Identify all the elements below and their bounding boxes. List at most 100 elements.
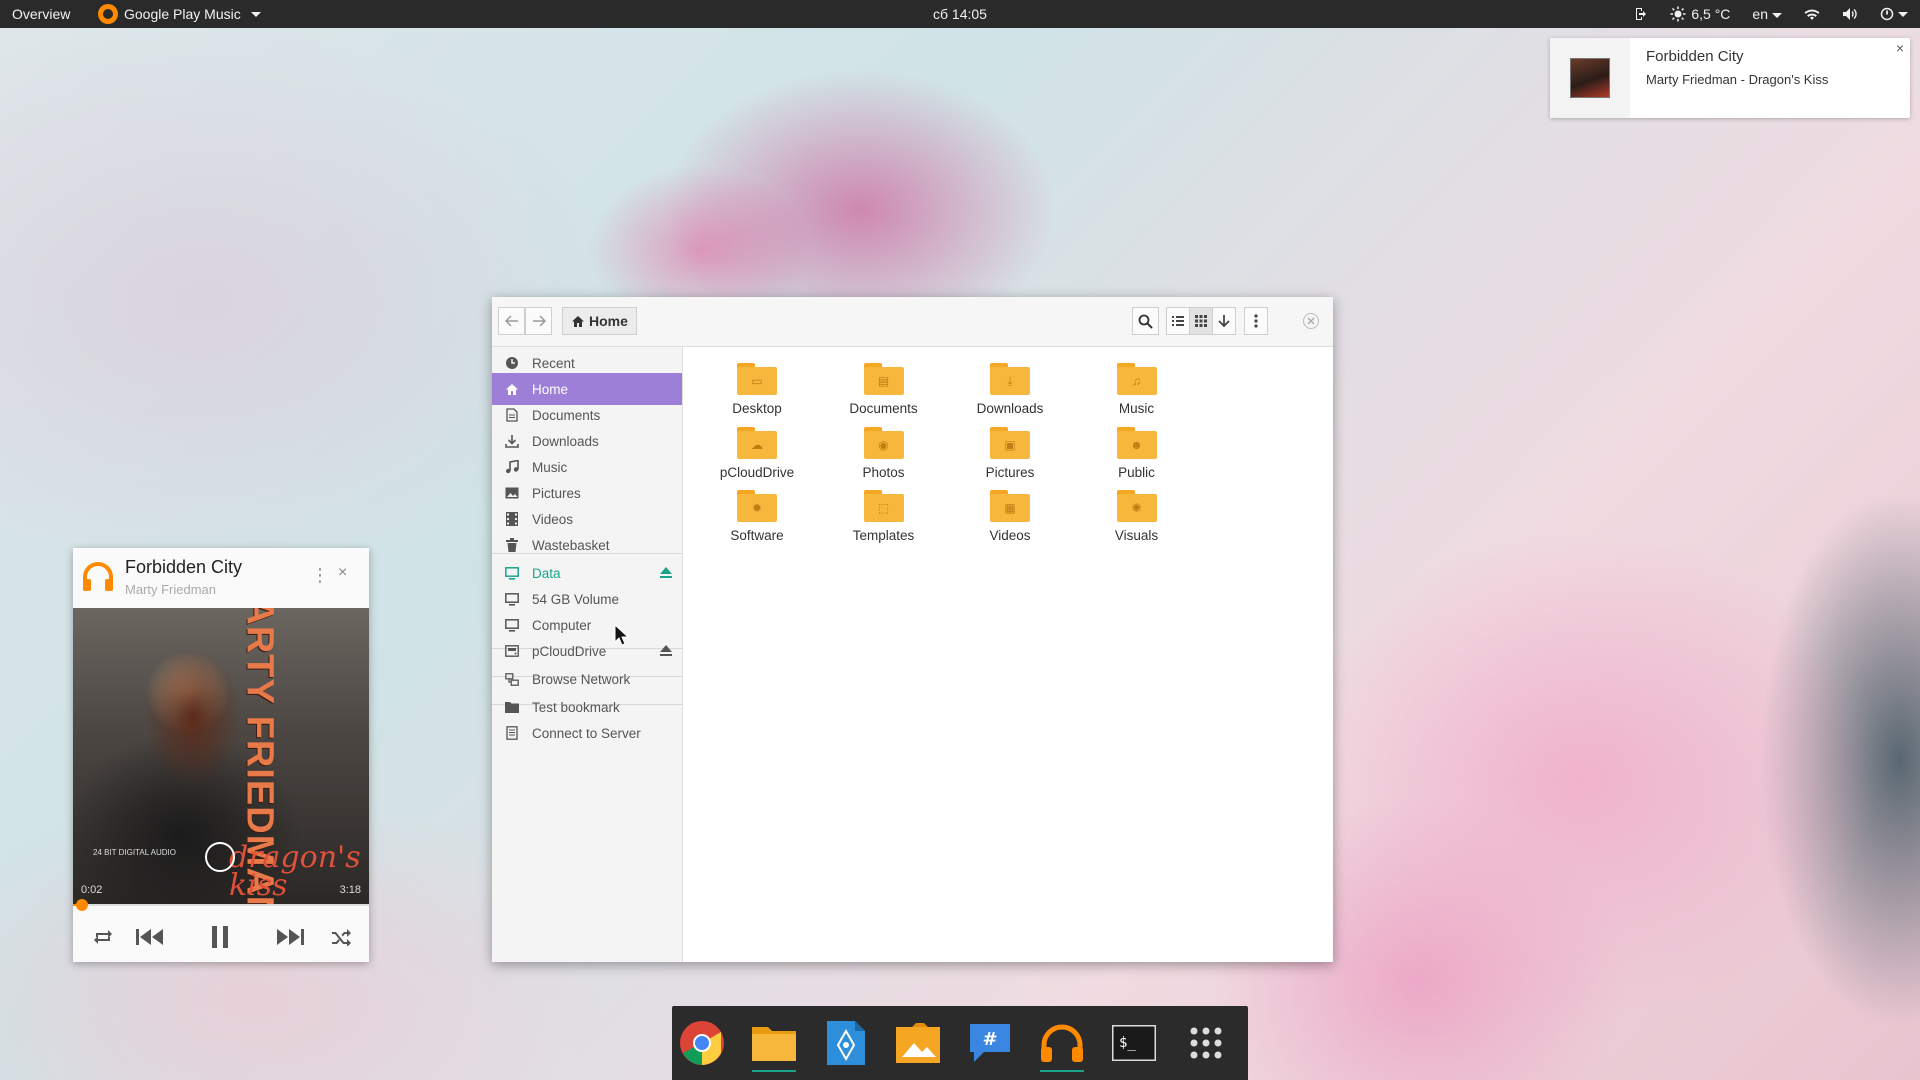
sidebar-item-label: Downloads [532,433,599,449]
download-icon: ⤓ [1007,374,1013,388]
shuffle-button[interactable] [321,912,361,962]
folder-icon: ◉ [863,426,904,459]
folder-templates[interactable]: ⬚ Templates [821,478,947,554]
arrow-right-icon [532,315,546,327]
text-editor-icon [827,1021,865,1065]
clock[interactable]: сб 14:05 [0,0,1920,28]
notification-close-button[interactable]: × [1896,40,1904,56]
sun-cloud-icon [1670,6,1686,22]
search-icon [1138,314,1153,329]
weather-indicator[interactable]: 6,5 °C [1670,0,1730,28]
dock-files[interactable] [744,1006,804,1080]
film-icon [504,511,520,527]
music-icon [504,459,520,475]
wifi-icon[interactable] [1804,7,1820,21]
people-icon: ☻ [1130,437,1143,452]
notification-thumb-area [1550,38,1630,118]
dock-image-viewer[interactable] [888,1006,948,1080]
folder-label: Videos [989,528,1031,543]
skip-previous-icon [136,929,163,945]
svg-text:$_: $_ [1119,1035,1136,1051]
picture-icon: ▣ [1004,437,1016,452]
progress-bar[interactable] [73,899,369,911]
pause-button[interactable] [197,912,243,962]
language-menu[interactable]: en [1752,0,1782,28]
app-grid-icon [1189,1026,1223,1060]
gear-icon: ✹ [751,501,763,515]
language-label: en [1752,6,1768,22]
album-art: MARTY FRIEDMAN dragon's kiss 24 BIT DIGI… [73,608,369,904]
dock-chat[interactable]: # [960,1006,1020,1080]
eject-icon[interactable] [660,645,672,656]
repeat-button[interactable] [83,912,123,962]
chevron-down-icon [1772,12,1782,18]
sidebar-item-label: Browse Network [532,671,631,687]
status-area: 6,5 °C en [1634,0,1908,28]
folder-label: Templates [852,528,915,543]
folder-icon: ⬚ [863,490,904,522]
monitor-icon [504,617,520,633]
window-close-button[interactable] [1303,313,1319,329]
next-button[interactable] [265,912,315,962]
notification-body: Marty Friedman - Dragon's Kiss [1646,72,1829,87]
sort-button[interactable] [1212,307,1236,335]
folder-icon: ✹ [737,490,777,522]
chrome-icon [679,1020,725,1066]
back-button[interactable] [498,307,525,335]
dock-text-editor[interactable] [816,1006,876,1080]
player-artist: Marty Friedman [125,582,217,597]
player-controls [73,912,369,962]
image-viewer-icon [896,1023,940,1063]
breadcrumb[interactable]: Home [562,307,637,335]
chevron-down-icon [1898,11,1908,17]
home-icon [504,381,520,397]
dock-google-play-music[interactable] [1032,1006,1092,1080]
clock-label[interactable]: сб 14:05 [933,6,987,22]
folder-videos[interactable]: ▦ Videos [947,478,1073,554]
previous-button[interactable] [125,912,175,962]
exit-icon[interactable] [1634,7,1648,21]
sidebar-item-label: Pictures [532,485,581,501]
folder-visuals[interactable]: ✺ Visuals [1074,478,1200,554]
dock-app-grid[interactable] [1176,1006,1236,1080]
volume-icon[interactable] [1842,7,1858,21]
dock-terminal[interactable]: $_ [1104,1006,1164,1080]
sidebar-item-label: Connect to Server [532,725,641,741]
server-icon [504,725,520,741]
notification[interactable]: Forbidden City Marty Friedman - Dragon's… [1550,38,1910,118]
power-icon [1880,7,1894,21]
dock-chrome[interactable] [672,1006,732,1080]
sidebar-item-label: Home [532,381,569,397]
running-indicator [752,1070,796,1072]
menu-button[interactable] [1244,307,1268,335]
grid-view-button[interactable] [1189,307,1213,335]
arrow-left-icon [504,315,518,327]
progress-handle[interactable] [75,899,88,911]
forward-button[interactable] [525,307,552,335]
player-menu-button[interactable]: ⋮ [311,565,329,586]
arrow-down-icon [1218,315,1230,328]
mouse-cursor-icon [614,624,630,646]
search-button[interactable] [1132,307,1159,335]
album-art-play-overlay[interactable] [205,842,235,872]
music-icon: ♫ [1132,374,1141,388]
sidebar-item-connect-to-server[interactable]: Connect to Server [492,717,682,749]
total-time: 3:18 [339,884,361,896]
folder-grid: ▭ Desktop ▤ Documents ⤓ Downloads ♫ Music ☁ pClou… [684,347,1332,962]
close-icon [1307,317,1315,325]
kebab-menu-icon [1254,314,1258,328]
eject-icon[interactable] [660,567,672,578]
skip-next-icon [277,929,304,945]
player-close-button[interactable]: × [338,564,347,582]
sidebar-item-label: Videos [532,511,574,527]
sidebar-item-label: Music [532,459,568,475]
sidebar: Recent Home Documents Downloads Music Picture… [492,347,683,962]
sidebar-item-label: Wastebasket [532,537,610,553]
list-view-button[interactable] [1166,307,1190,335]
power-menu[interactable] [1880,7,1908,21]
sidebar-item-label: Test bookmark [532,699,620,715]
header-bar: Home [492,297,1333,347]
folder-software[interactable]: ✹ Software [694,478,820,554]
chat-icon: # [968,1022,1012,1064]
desktop-icon: ▭ [751,374,763,388]
